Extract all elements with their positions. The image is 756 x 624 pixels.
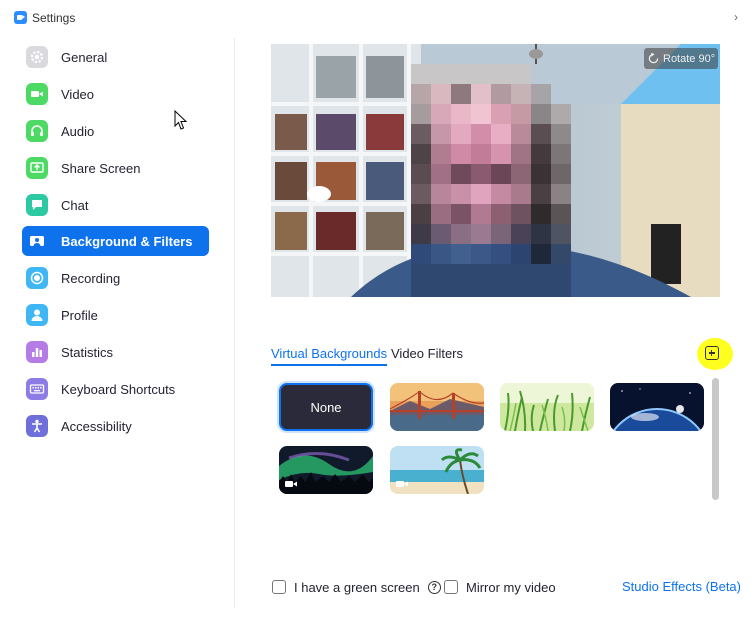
sidebar-item-background-filters[interactable]: Background & Filters <box>22 226 209 256</box>
sidebar-item-keyboard-shortcuts[interactable]: Keyboard Shortcuts <box>22 374 209 404</box>
headphones-icon <box>26 120 48 142</box>
title-bar: Settings › <box>0 0 756 34</box>
gear-icon <box>26 46 48 68</box>
sidebar-item-label: Background & Filters <box>61 233 193 249</box>
studio-effects-link[interactable]: Studio Effects (Beta) <box>622 579 741 594</box>
rotate-label: Rotate 90° <box>663 52 716 65</box>
sidebar-item-video[interactable]: Video <box>22 79 209 109</box>
sidebar-item-label: Audio <box>61 123 95 139</box>
chevron-right-icon[interactable]: › <box>734 10 738 24</box>
sidebar-item-label: Profile <box>61 307 98 323</box>
accessibility-icon <box>26 415 48 437</box>
tab-virtual-backgrounds[interactable]: Virtual Backgrounds <box>271 346 388 366</box>
background-beach[interactable] <box>390 446 484 494</box>
background-none[interactable]: None <box>279 383 373 431</box>
green-screen-label: I have a green screen <box>294 579 420 595</box>
video-camera-icon <box>396 481 408 487</box>
sidebar-item-general[interactable]: General <box>22 42 209 72</box>
sidebar-item-share-screen[interactable]: Share Screen <box>22 153 209 183</box>
share-screen-icon <box>26 157 48 179</box>
green-screen-option: I have a green screen ? <box>272 578 441 596</box>
bar-chart-icon <box>26 341 48 363</box>
sidebar-item-label: Statistics <box>61 344 114 360</box>
camera-feed-image <box>271 44 720 297</box>
sidebar-item-recording[interactable]: Recording <box>22 263 209 293</box>
keyboard-icon <box>26 378 48 400</box>
zoom-app-icon <box>14 11 27 24</box>
video-camera-icon <box>26 83 48 105</box>
sidebar-item-label: Share Screen <box>61 160 141 176</box>
sidebar-item-chat[interactable]: Chat <box>22 190 209 220</box>
sidebar-item-label: Accessibility <box>61 418 132 434</box>
sidebar-item-label: General <box>61 49 108 65</box>
rotate-icon <box>648 53 659 64</box>
mirror-video-checkbox[interactable] <box>444 580 458 594</box>
backgrounds-scrollbar[interactable] <box>712 378 719 500</box>
sidebar-item-label: Video <box>61 86 95 102</box>
golden-gate-image <box>390 383 484 431</box>
video-camera-icon <box>285 481 297 487</box>
background-none-label: None <box>310 399 342 415</box>
add-background-button[interactable] <box>705 346 719 360</box>
background-icon <box>26 230 48 252</box>
rotate-90-button[interactable]: Rotate 90° <box>644 48 718 69</box>
grass-image <box>500 383 594 431</box>
mirror-video-label: Mirror my video <box>466 579 556 595</box>
sidebar-item-label: Keyboard Shortcuts <box>61 381 176 397</box>
window-title: Settings <box>32 11 76 25</box>
settings-sidebar: General Video Audio Share Screen Chat Ba… <box>10 38 235 608</box>
sidebar-item-statistics[interactable]: Statistics <box>22 337 209 367</box>
background-earth-space[interactable] <box>610 383 704 431</box>
background-grass[interactable] <box>500 383 594 431</box>
background-golden-gate[interactable] <box>390 383 484 431</box>
earth-space-image <box>610 383 704 431</box>
sidebar-item-accessibility[interactable]: Accessibility <box>22 411 209 441</box>
help-icon[interactable]: ? <box>427 580 441 594</box>
background-aurora[interactable] <box>279 446 373 494</box>
green-screen-checkbox[interactable] <box>272 580 286 594</box>
chat-bubble-icon <box>26 194 48 216</box>
mouse-cursor-icon <box>174 110 188 130</box>
sidebar-item-label: Chat <box>61 197 89 213</box>
sidebar-item-label: Recording <box>61 270 121 286</box>
tab-video-filters[interactable]: Video Filters <box>391 346 463 364</box>
sidebar-item-profile[interactable]: Profile <box>22 300 209 330</box>
mirror-video-option: Mirror my video <box>444 578 556 596</box>
person-icon <box>26 304 48 326</box>
record-icon <box>26 267 48 289</box>
camera-preview <box>271 44 720 297</box>
